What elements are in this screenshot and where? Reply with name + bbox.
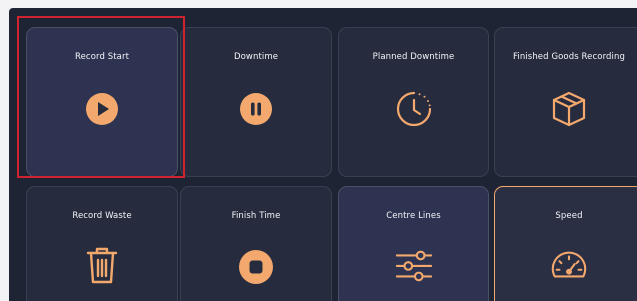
trash-icon	[82, 245, 122, 285]
box-icon	[549, 89, 589, 129]
tile-speed[interactable]: Speed	[494, 186, 637, 301]
tile-label: Downtime	[233, 52, 279, 62]
stop-circle-icon	[236, 247, 276, 287]
tile-label: Record Waste	[72, 211, 132, 221]
tile-label: Record Start	[74, 52, 130, 62]
tile-label: Finished Goods Recording	[513, 52, 625, 62]
dashboard-panel: Record Start Downtime Planned Downtime F…	[9, 8, 637, 301]
play-circle-icon	[82, 89, 122, 129]
tile-centre-lines[interactable]: Centre Lines	[338, 186, 489, 301]
speedometer-icon	[549, 245, 589, 285]
tile-label: Planned Downtime	[372, 52, 455, 62]
tile-label: Finish Time	[231, 211, 281, 221]
sliders-icon	[394, 245, 434, 285]
clock-icon	[394, 89, 434, 129]
tile-finish-time[interactable]: Finish Time	[180, 186, 332, 301]
tile-downtime[interactable]: Downtime	[180, 27, 332, 177]
tile-label: Centre Lines	[386, 211, 441, 221]
tile-finished-goods-recording[interactable]: Finished Goods Recording	[494, 27, 637, 177]
tile-record-start[interactable]: Record Start	[26, 27, 178, 177]
tile-record-waste[interactable]: Record Waste	[26, 186, 178, 301]
tile-label: Speed	[555, 211, 583, 221]
tile-planned-downtime[interactable]: Planned Downtime	[338, 27, 489, 177]
pause-circle-icon	[236, 89, 276, 129]
